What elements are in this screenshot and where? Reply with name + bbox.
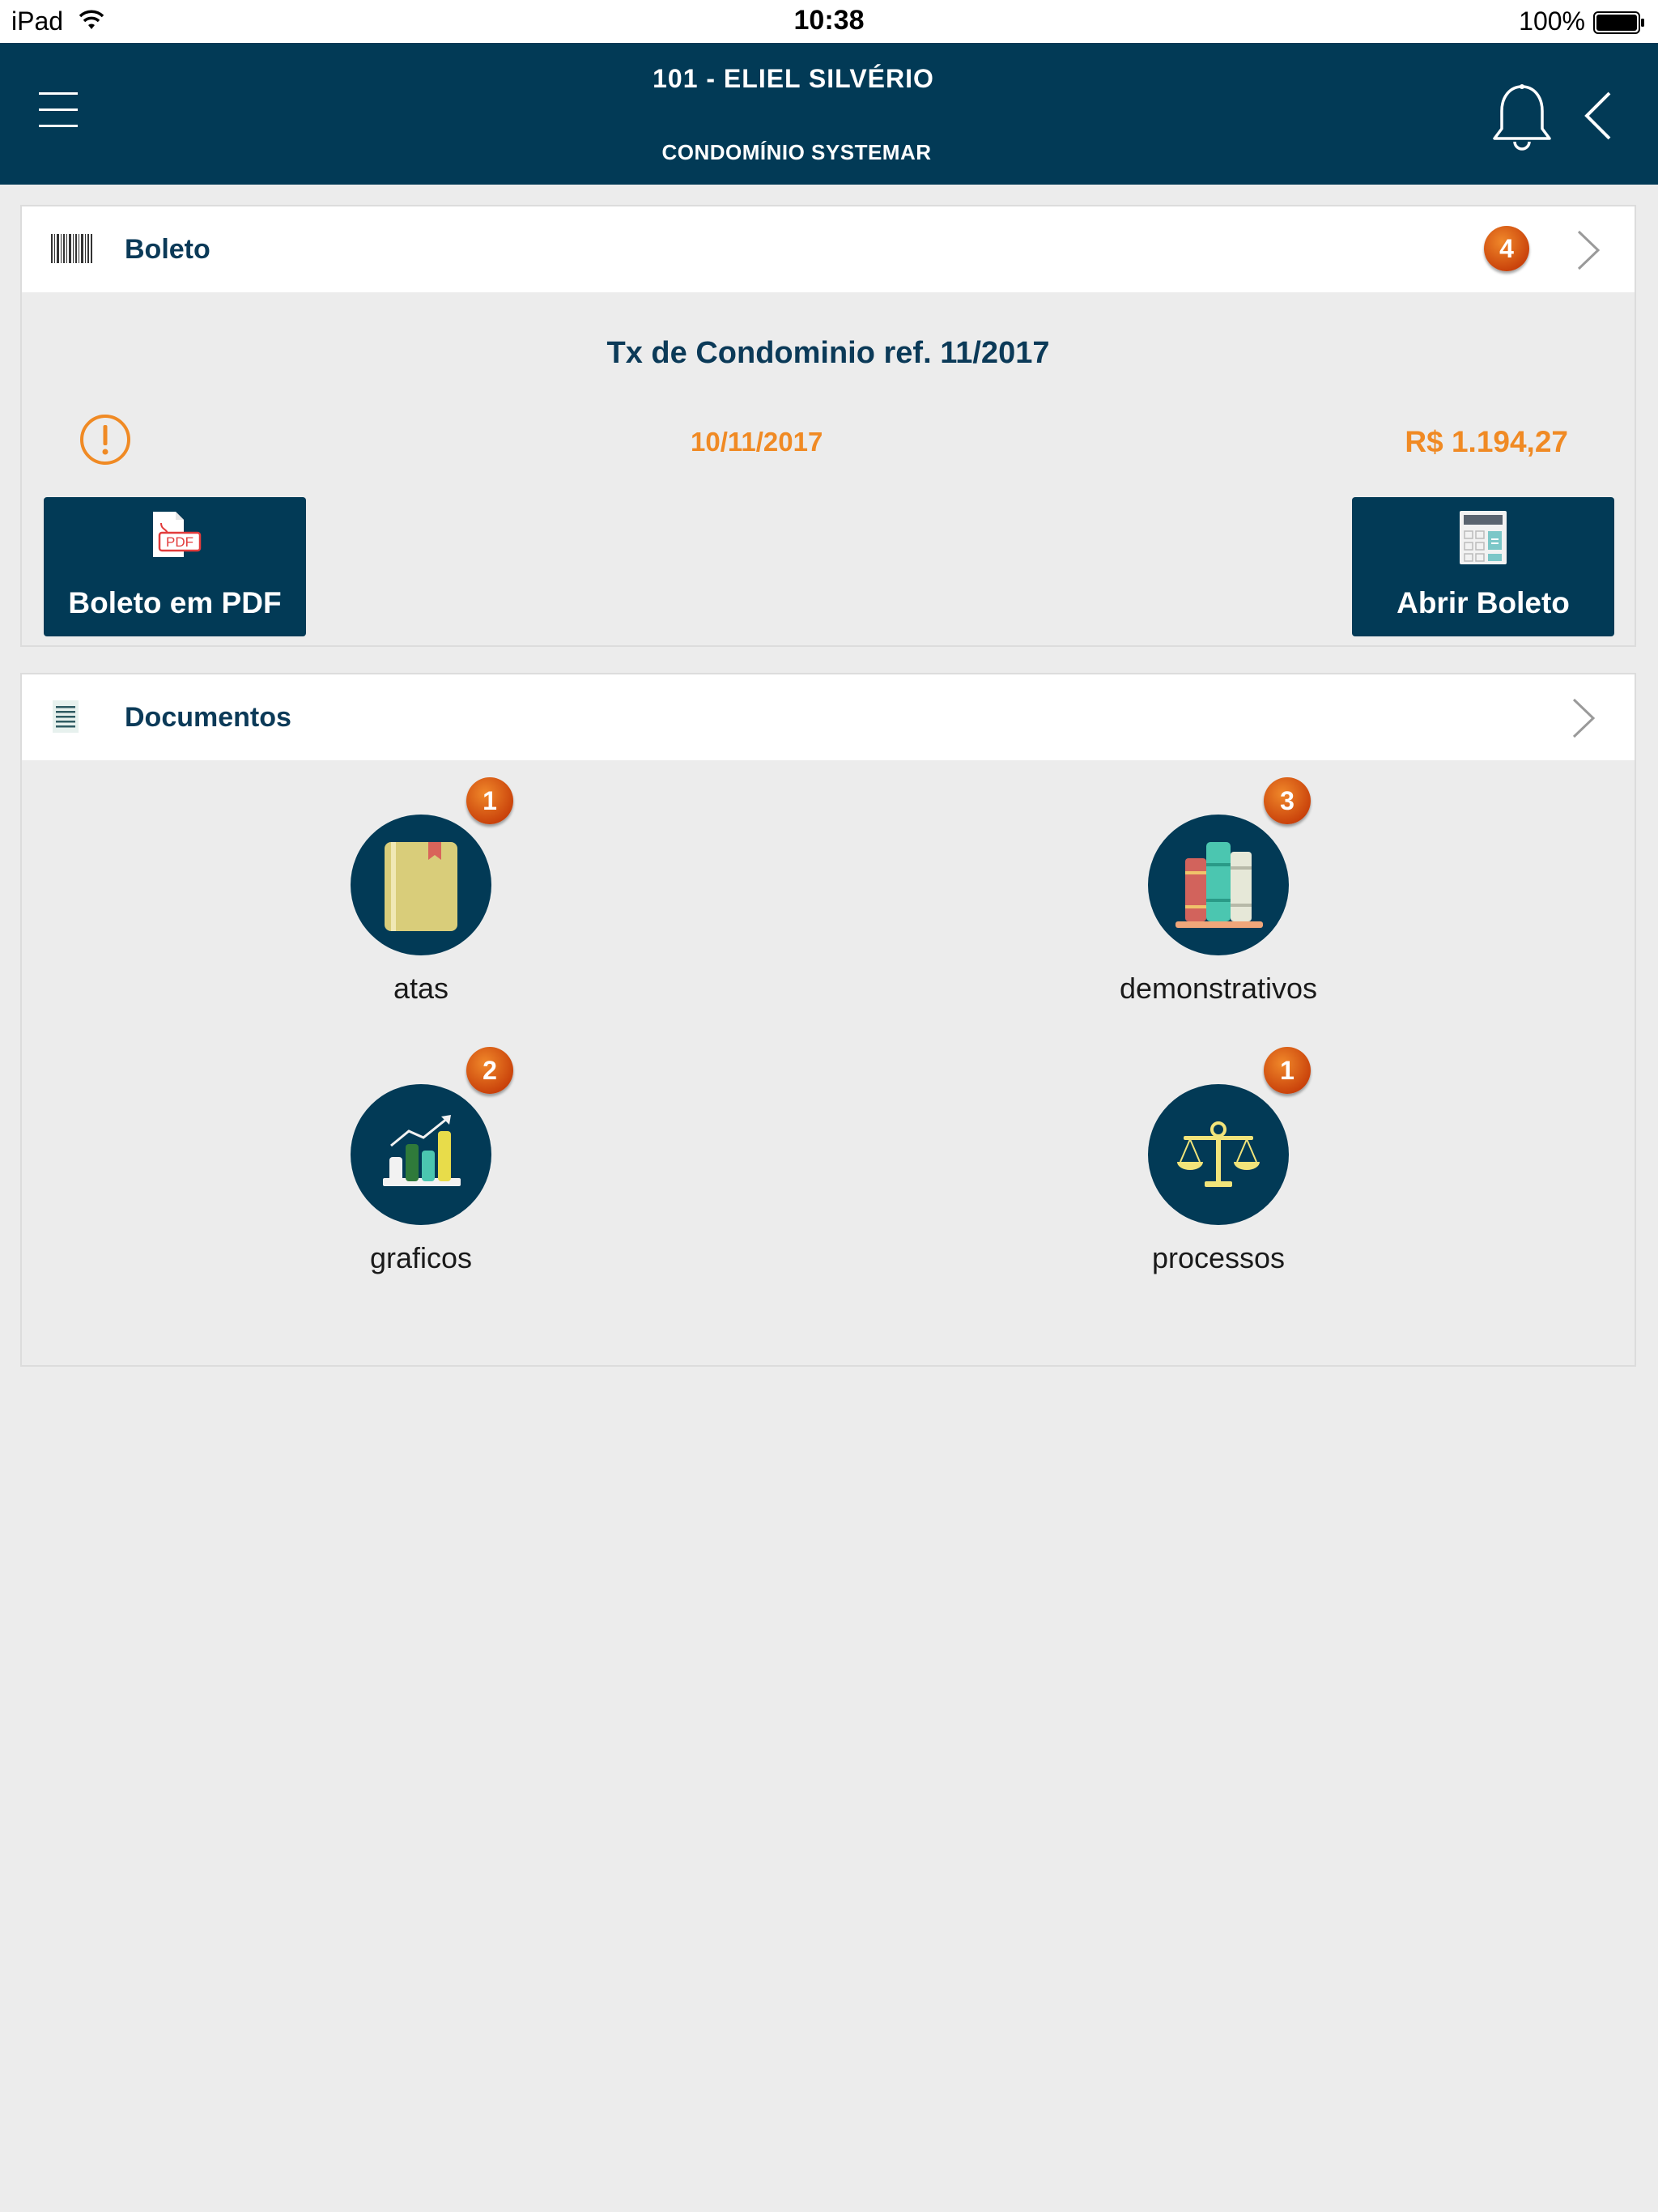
- book-icon: [385, 842, 457, 931]
- processos-label: processos: [1151, 1241, 1286, 1274]
- boleto-pdf-button[interactable]: PDF Boleto em PDF: [44, 497, 306, 636]
- processos-badge: 1: [1264, 1047, 1311, 1094]
- boleto-pdf-label: Boleto em PDF: [68, 586, 282, 619]
- boleto-header[interactable]: Boleto 4: [22, 206, 1635, 292]
- barcode-icon: [51, 234, 92, 263]
- battery-icon: [1593, 11, 1644, 34]
- documentos-header[interactable]: Documentos: [22, 674, 1635, 760]
- demonstrativos-label: demonstrativos: [1119, 972, 1318, 1005]
- pdf-icon-text: PDF: [166, 534, 193, 550]
- graficos-label: graficos: [369, 1241, 473, 1274]
- atas-badge: 1: [466, 777, 513, 824]
- alert-circle-icon: [80, 415, 130, 465]
- atas-label: atas: [393, 972, 449, 1005]
- navigation-bar: 101 - ELIEL SILVÉRIO CONDOMÍNIO SYSTEMAR: [0, 43, 1658, 185]
- doc-item-atas[interactable]: 1 atas: [243, 777, 599, 1074]
- documentos-section-title: Documentos: [125, 702, 291, 733]
- page-subtitle: CONDOMÍNIO SYSTEMAR: [661, 140, 932, 164]
- status-bar: iPad 10:38 100%: [0, 0, 1658, 43]
- clock: 10:38: [793, 5, 865, 36]
- processos-icon-circle: [1148, 1084, 1289, 1225]
- graficos-badge: 2: [466, 1047, 513, 1094]
- demonstrativos-icon-circle: [1148, 815, 1289, 955]
- bell-icon[interactable]: [1490, 83, 1554, 151]
- books-icon: [1175, 842, 1263, 928]
- chevron-right-icon[interactable]: [1571, 697, 1596, 739]
- boleto-section-title: Boleto: [125, 234, 210, 265]
- abrir-boleto-label: Abrir Boleto: [1397, 586, 1570, 619]
- doc-item-graficos[interactable]: 2 graficos: [243, 1047, 599, 1343]
- doc-item-processos[interactable]: 1 processos: [1040, 1047, 1397, 1343]
- boleto-amount: R$ 1.194,27: [1405, 425, 1568, 458]
- bar-chart-icon: [383, 1115, 461, 1186]
- boleto-card: Boleto 4 Tx de Condominio ref. 11/2017 1…: [20, 205, 1636, 647]
- abrir-boleto-button[interactable]: Abrir Boleto: [1352, 497, 1614, 636]
- graficos-icon-circle: [351, 1084, 491, 1225]
- hamburger-menu-icon[interactable]: [39, 91, 78, 129]
- page-title: 101 - ELIEL SILVÉRIO: [653, 64, 934, 93]
- back-chevron-icon[interactable]: [1582, 90, 1614, 142]
- atas-icon-circle: [351, 815, 491, 955]
- battery-percentage: 100%: [1519, 6, 1585, 36]
- doc-item-demonstrativos[interactable]: 3 demonstrativos: [1040, 777, 1397, 1074]
- documentos-card: Documentos 1 atas 3 demonstrativos 2 gra…: [20, 673, 1636, 1367]
- boleto-description: Tx de Condominio ref. 11/2017: [606, 336, 1050, 370]
- pdf-file-icon: PDF: [153, 512, 202, 557]
- document-icon: [53, 700, 79, 733]
- scale-icon: [1177, 1121, 1260, 1187]
- boleto-count-badge: 4: [1484, 226, 1529, 271]
- boleto-due-date: 10/11/2017: [691, 427, 823, 457]
- chevron-right-icon[interactable]: [1576, 229, 1601, 271]
- calculator-icon: [1460, 511, 1507, 564]
- demonstrativos-badge: 3: [1264, 777, 1311, 824]
